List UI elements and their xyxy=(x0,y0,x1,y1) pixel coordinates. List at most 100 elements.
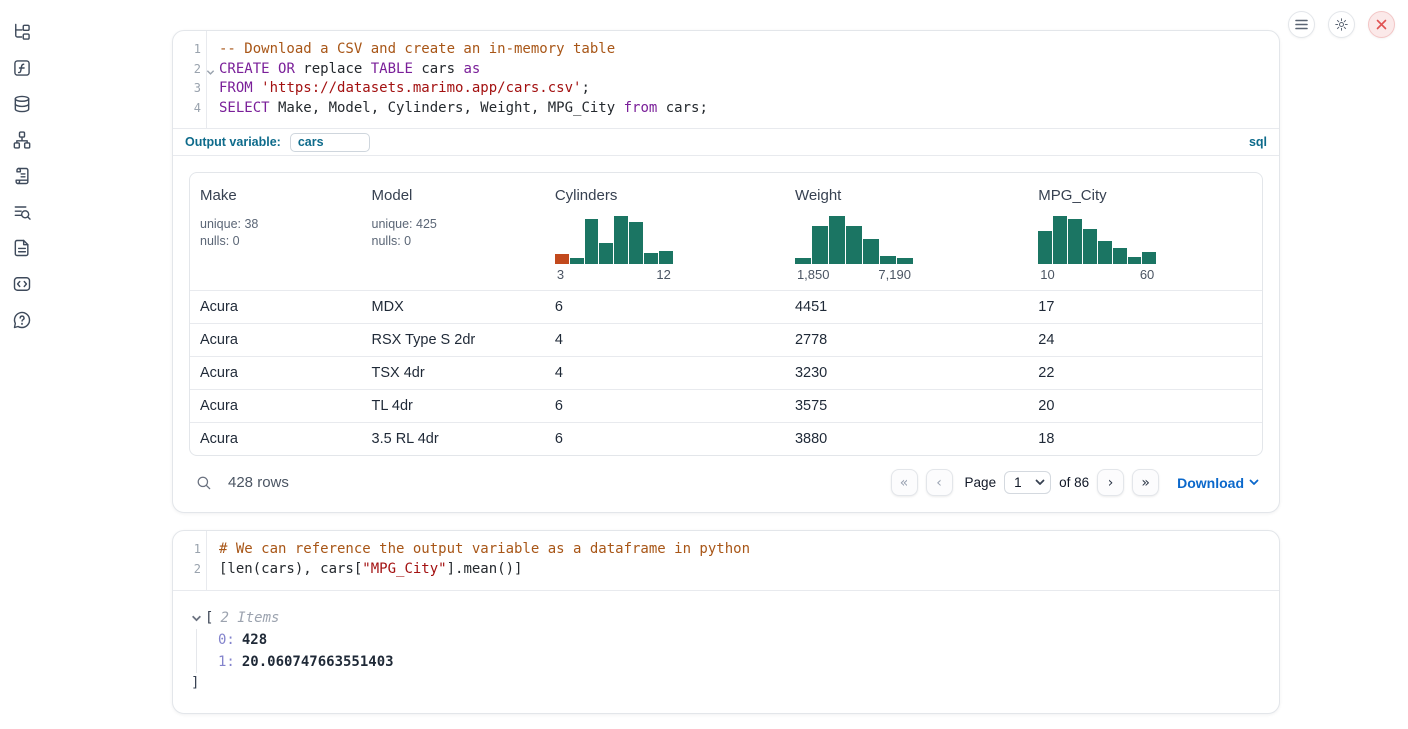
table-body: AcuraMDX6445117AcuraRSX Type S 2dr427782… xyxy=(190,290,1262,455)
language-badge: sql xyxy=(1249,135,1267,149)
search-icon[interactable] xyxy=(195,474,213,492)
line-number: 2 xyxy=(173,60,201,80)
code-line[interactable]: -- Download a CSV and create an in-memor… xyxy=(219,40,1279,60)
histogram-bar xyxy=(863,239,879,264)
column-title[interactable]: Model xyxy=(372,187,545,204)
download-button[interactable]: Download xyxy=(1177,475,1259,491)
column-header-weight: Weight1,8507,190 xyxy=(785,187,1028,282)
page-select-value: 1 xyxy=(1014,475,1022,490)
settings-button[interactable] xyxy=(1328,11,1355,38)
dependency-graph-icon[interactable] xyxy=(12,130,32,150)
menu-button[interactable] xyxy=(1288,11,1315,38)
sql-code-lines[interactable]: -- Download a CSV and create an in-memor… xyxy=(207,31,1279,128)
histogram-axis: 1060 xyxy=(1038,267,1156,282)
table-cell: Acura xyxy=(190,431,362,447)
line-number: 4 xyxy=(173,99,201,119)
table-cell: 4 xyxy=(545,365,785,381)
histogram-bar xyxy=(1098,241,1112,264)
histogram-bar xyxy=(599,243,613,264)
histogram-bar xyxy=(846,226,862,264)
python-cell: 12 # We can reference the output variabl… xyxy=(172,530,1280,713)
histogram-bar xyxy=(659,251,673,264)
tree-close-bracket: ] xyxy=(191,673,1263,693)
download-label: Download xyxy=(1177,475,1244,491)
tree-entry-value: 20.060747663551403 xyxy=(242,654,394,670)
snippets-icon[interactable] xyxy=(12,274,32,294)
histogram-bar xyxy=(1142,252,1156,264)
code-line[interactable]: CREATE OR replace TABLE cars as xyxy=(219,60,1279,80)
fold-chevron-icon[interactable] xyxy=(206,64,215,73)
histogram-bar xyxy=(1128,257,1142,264)
table-cell: 6 xyxy=(545,431,785,447)
next-page-button[interactable]: › xyxy=(1097,469,1124,496)
histogram-bar xyxy=(880,256,896,264)
python-code-lines[interactable]: # We can reference the output variable a… xyxy=(207,531,1279,589)
column-title[interactable]: Cylinders xyxy=(555,187,785,204)
sql-code-editor[interactable]: 1234 -- Download a CSV and create an in-… xyxy=(173,31,1279,128)
line-number: 1 xyxy=(173,40,201,60)
table-cell: 20 xyxy=(1028,398,1262,414)
table-row[interactable]: AcuraRSX Type S 2dr4277824 xyxy=(190,323,1262,356)
tree-open-bracket: [ xyxy=(205,610,213,626)
shutdown-button[interactable] xyxy=(1368,11,1395,38)
functions-icon[interactable] xyxy=(12,58,32,78)
table-header: Makeunique: 38nulls: 0Modelunique: 425nu… xyxy=(190,173,1262,290)
output-variable-input[interactable] xyxy=(290,133,370,152)
tree-entry: 0: 428 xyxy=(218,629,1263,651)
table-row[interactable]: AcuraMDX6445117 xyxy=(190,290,1262,323)
column-histogram[interactable] xyxy=(795,216,913,264)
histogram-bar xyxy=(555,254,569,264)
sql-line-numbers: 1234 xyxy=(173,31,207,128)
tree-item-count: 2 Items xyxy=(220,610,279,626)
close-icon xyxy=(1376,19,1387,30)
column-title[interactable]: Weight xyxy=(795,187,1028,204)
histogram-bar xyxy=(1038,231,1052,264)
code-line[interactable]: SELECT Make, Model, Cylinders, Weight, M… xyxy=(219,99,1279,119)
histogram-bar xyxy=(1113,248,1127,264)
tree-entry-value: 428 xyxy=(242,632,267,648)
histogram-bar xyxy=(1083,229,1097,264)
column-title[interactable]: MPG_City xyxy=(1038,187,1262,204)
documentation-icon[interactable] xyxy=(12,238,32,258)
scratchpad-icon[interactable] xyxy=(12,166,32,186)
table-row[interactable]: AcuraTSX 4dr4323022 xyxy=(190,356,1262,389)
output-variable-bar: Output variable: sql xyxy=(173,128,1279,155)
histogram-bar xyxy=(570,258,584,264)
code-line[interactable]: # We can reference the output variable a… xyxy=(219,540,1279,560)
table-cell: 3.5 RL 4dr xyxy=(362,431,545,447)
last-page-button[interactable]: » xyxy=(1132,469,1159,496)
table-cell: MDX xyxy=(362,299,545,315)
datasources-icon[interactable] xyxy=(12,94,32,114)
tree-collapse-toggle[interactable] xyxy=(191,612,202,623)
help-icon[interactable] xyxy=(12,310,32,330)
tree-entry-index: 0: xyxy=(218,632,235,648)
column-histogram[interactable] xyxy=(555,216,673,264)
logs-icon[interactable] xyxy=(12,202,32,222)
code-line[interactable]: FROM 'https://datasets.marimo.app/cars.c… xyxy=(219,79,1279,99)
column-histogram[interactable] xyxy=(1038,216,1156,264)
table-cell: Acura xyxy=(190,332,362,348)
prev-page-button[interactable]: ‹ xyxy=(926,469,953,496)
page-label: Page xyxy=(965,475,997,490)
table-cell: 22 xyxy=(1028,365,1262,381)
table-row[interactable]: Acura3.5 RL 4dr6388018 xyxy=(190,422,1262,455)
output-variable-label: Output variable: xyxy=(185,135,281,149)
first-page-button[interactable]: « xyxy=(891,469,918,496)
code-line[interactable]: [len(cars), cars["MPG_City"].mean()] xyxy=(219,560,1279,580)
column-title[interactable]: Make xyxy=(200,187,362,204)
histogram-bar xyxy=(585,219,599,264)
cars-data-table: Makeunique: 38nulls: 0Modelunique: 425nu… xyxy=(189,172,1263,456)
pagination: « ‹ Page 1 of 86 › » xyxy=(891,469,1160,496)
file-tree-icon[interactable] xyxy=(12,22,32,42)
left-sidebar xyxy=(0,0,44,729)
tree-root: [ 2 Items xyxy=(191,607,1263,629)
table-cell: 24 xyxy=(1028,332,1262,348)
histogram-bar xyxy=(614,216,628,264)
column-header-make: Makeunique: 38nulls: 0 xyxy=(190,187,362,282)
page-select[interactable]: 1 xyxy=(1004,471,1051,494)
table-cell: 3230 xyxy=(785,365,1028,381)
table-cell: TSX 4dr xyxy=(362,365,545,381)
python-code-editor[interactable]: 12 # We can reference the output variabl… xyxy=(173,531,1279,589)
column-header-cylinders: Cylinders312 xyxy=(545,187,785,282)
table-row[interactable]: AcuraTL 4dr6357520 xyxy=(190,389,1262,422)
